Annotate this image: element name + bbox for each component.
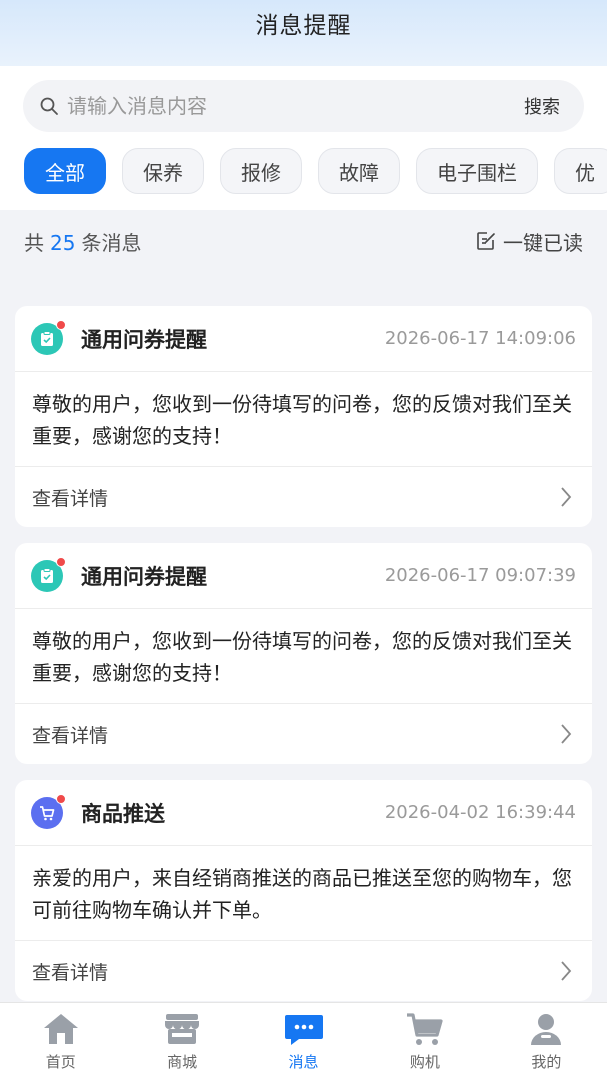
message-avatar	[31, 793, 66, 829]
tab-all[interactable]: 全部	[24, 148, 106, 194]
message-body: 亲爱的用户，来自经销商推送的商品已推送至您的购物车，您可前往购物车确认并下单。	[15, 846, 592, 941]
view-details-link[interactable]: 查看详情	[15, 467, 592, 527]
message-header: 商品推送 2026-04-02 16:39:44	[15, 780, 592, 846]
message-time: 2026-06-17 14:09:06	[384, 328, 576, 349]
chevron-right-icon	[561, 487, 572, 507]
nav-profile-label: 我的	[531, 1053, 562, 1071]
message-summary: 共 25 条消息 一键已读	[0, 210, 607, 272]
nav-messages[interactable]: 消息	[243, 1003, 364, 1080]
message-avatar	[31, 319, 66, 355]
category-tabs: 全部 保养 报修 故障 电子围栏 优	[0, 132, 607, 210]
tab-fault[interactable]: 故障	[318, 148, 400, 194]
nav-purchase[interactable]: 购机	[364, 1003, 485, 1080]
nav-purchase-label: 购机	[409, 1053, 440, 1071]
count-number: 25	[50, 230, 76, 255]
nav-messages-label: 消息	[288, 1053, 319, 1071]
message-list: 通用问券提醒 2026-06-17 14:09:06 尊敬的用户，您收到一份待填…	[0, 272, 607, 1001]
message-title: 通用问券提醒	[81, 327, 207, 352]
message-header: 通用问券提醒 2026-06-17 14:09:06	[15, 306, 592, 372]
view-details-label: 查看详情	[32, 724, 109, 747]
search-area: 搜索	[0, 66, 607, 132]
unread-dot	[56, 793, 66, 804]
message-avatar	[31, 556, 66, 592]
message-body: 尊敬的用户，您收到一份待填写的问卷，您的反馈对我们至关重要，感谢您的支持！	[15, 609, 592, 704]
message-title: 商品推送	[81, 801, 165, 826]
store-icon	[165, 1014, 200, 1044]
user-icon	[531, 1014, 562, 1045]
view-details-label: 查看详情	[32, 487, 109, 510]
nav-profile[interactable]: 我的	[486, 1003, 607, 1080]
count-suffix: 条消息	[81, 230, 142, 255]
nav-home[interactable]: 首页	[0, 1003, 121, 1080]
message-card: 通用问券提醒 2026-06-17 14:09:06 尊敬的用户，您收到一份待填…	[15, 306, 592, 527]
mark-all-read-label: 一键已读	[503, 230, 583, 255]
mark-all-read-button[interactable]: 一键已读	[475, 227, 583, 256]
page-title: 消息提醒	[255, 13, 352, 39]
home-icon	[43, 1014, 78, 1044]
tab-maintenance[interactable]: 保养	[122, 148, 204, 194]
view-details-link[interactable]: 查看详情	[15, 941, 592, 1001]
search-button[interactable]: 搜索	[524, 93, 560, 119]
view-details-label: 查看详情	[32, 961, 109, 984]
message-card: 商品推送 2026-04-02 16:39:44 亲爱的用户，来自经销商推送的商…	[15, 780, 592, 1001]
message-time: 2026-04-02 16:39:44	[384, 802, 576, 823]
message-header: 通用问券提醒 2026-06-17 09:07:39	[15, 543, 592, 609]
message-title: 通用问券提醒	[81, 564, 207, 589]
search-input[interactable]	[67, 94, 524, 118]
header-bar: 消息提醒	[0, 0, 607, 66]
nav-store[interactable]: 商城	[121, 1003, 242, 1080]
message-time: 2026-06-17 09:07:39	[384, 565, 576, 586]
unread-dot	[56, 556, 66, 567]
cart-icon	[406, 1013, 443, 1045]
bottom-nav: 首页 商城 消息 购机 我的	[0, 1002, 607, 1080]
message-icon	[284, 1015, 323, 1045]
search-icon	[40, 97, 58, 115]
tab-geofence[interactable]: 电子围栏	[416, 148, 538, 194]
search-bar: 搜索	[23, 80, 584, 132]
mark-read-icon	[477, 232, 495, 250]
nav-store-label: 商城	[167, 1053, 198, 1071]
message-count: 共 25 条消息	[24, 227, 141, 256]
message-card: 通用问券提醒 2026-06-17 09:07:39 尊敬的用户，您收到一份待填…	[15, 543, 592, 764]
chevron-right-icon	[561, 961, 572, 981]
view-details-link[interactable]: 查看详情	[15, 704, 592, 764]
unread-dot	[56, 319, 66, 330]
tab-repair[interactable]: 报修	[220, 148, 302, 194]
count-prefix: 共	[24, 230, 44, 255]
chevron-right-icon	[561, 724, 572, 744]
tab-promo[interactable]: 优	[554, 148, 607, 194]
message-body: 尊敬的用户，您收到一份待填写的问卷，您的反馈对我们至关重要，感谢您的支持！	[15, 372, 592, 467]
nav-home-label: 首页	[45, 1053, 76, 1071]
